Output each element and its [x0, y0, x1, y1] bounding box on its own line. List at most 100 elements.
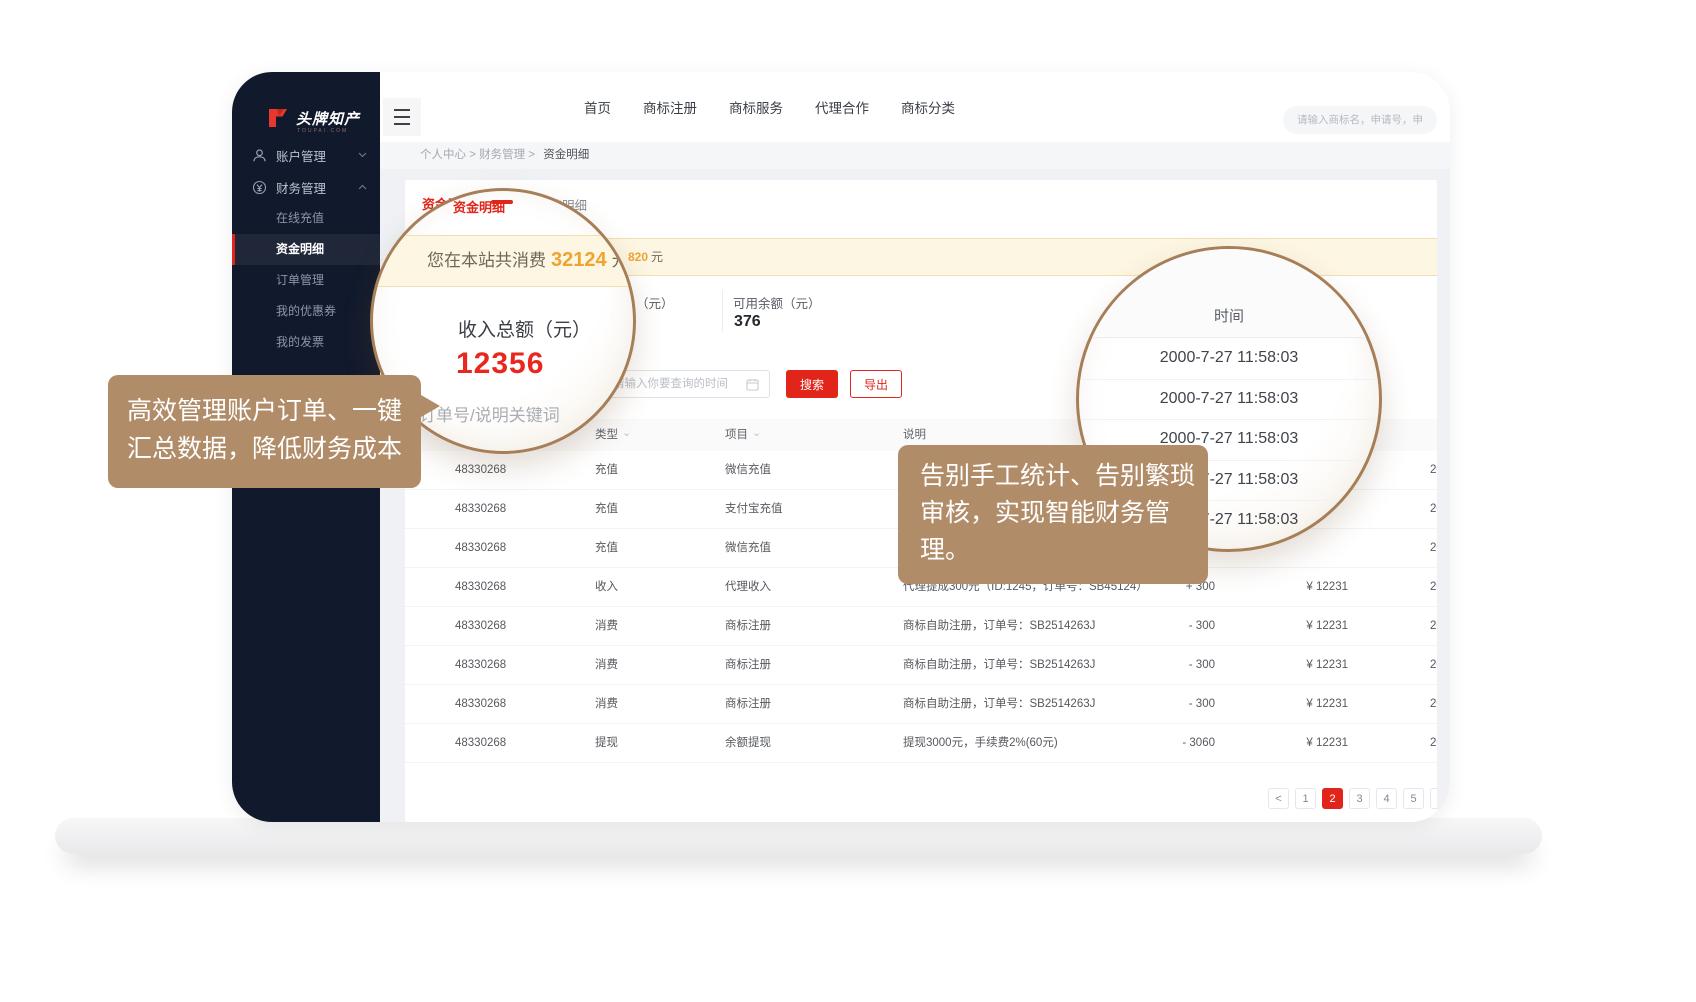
nav-item-agency[interactable]: 代理合作 [799, 97, 885, 117]
cell-type: 充值 [595, 490, 618, 528]
page: 头牌知产 TOUPAI.COM 账户管理 财务管理 [0, 0, 1696, 1002]
cell-type: 消费 [595, 607, 618, 645]
sidebar-item-label: 在线充值 [276, 211, 324, 225]
cell-project: 商标注册 [725, 646, 771, 684]
callout-right: 告别手工统计、告别繁琐 审核，实现智能财务管 理。 [898, 445, 1208, 584]
magnified-notice-bar: 您在本站共消费32124元 [370, 235, 636, 287]
sidebar-item-online-recharge[interactable]: 在线充值 [232, 203, 380, 234]
pagination-page-1[interactable]: 1 [1295, 788, 1316, 809]
magnified-time-column-header: 时间 [1079, 305, 1379, 326]
cell-time: 2000-7-27 11:58:03 [1430, 490, 1437, 528]
pagination-page-4[interactable]: 4 [1376, 788, 1397, 809]
table-row: 48330268 消费 商标注册 商标自助注册，订单号：SB2514263J -… [405, 607, 1437, 646]
pagination-prev-button[interactable]: < [1268, 788, 1289, 809]
cell-project: 余额提现 [725, 724, 771, 762]
cell-type: 充值 [595, 529, 618, 567]
magnified-notice-text: 您在本站共消费32124元 [427, 236, 629, 285]
balance-stat-label: 可用余额（元） [733, 293, 821, 312]
cell-amount: - 300 [1189, 646, 1215, 684]
magnified-red-bar [491, 200, 513, 204]
callout-left: 高效管理账户订单、一键 汇总数据，降低财务成本 [108, 375, 421, 488]
magnified-income-label: 收入总额（元） [458, 315, 591, 342]
callout-left-line2: 汇总数据，降低财务成本 [127, 430, 421, 468]
breadcrumb-path: 个人中心 > 财务管理 > [420, 149, 535, 161]
cell-time: 2000-7-27 11:58:03 [1430, 646, 1437, 684]
cell-amount: - 300 [1189, 685, 1215, 723]
sidebar-item-label: 账户管理 [276, 146, 326, 165]
sidebar-item-coupons[interactable]: 我的优惠券 [232, 296, 380, 327]
cell-time: 2000-7-27 11:58:03 [1430, 529, 1437, 567]
sidebar-item-label: 资金明细 [276, 242, 324, 256]
callout-right-line3: 理。 [920, 532, 1208, 569]
sidebar-item-order-mgmt[interactable]: 订单管理 [232, 265, 380, 296]
magnified-time-cell: 2000-7-27 11:58:03 [1079, 379, 1379, 421]
search-button[interactable]: 搜索 [786, 370, 838, 398]
expense-stat-label: （元） [636, 293, 674, 312]
cell-project: 商标注册 [725, 685, 771, 723]
export-button[interactable]: 导出 [850, 370, 902, 398]
stat-divider [722, 290, 723, 332]
table-row: 48330268 消费 商标注册 商标自助注册，订单号：SB2514263J -… [405, 646, 1437, 685]
cell-time: 2000-7-27 11:58:03 [1430, 724, 1437, 762]
sidebar-item-label: 订单管理 [276, 273, 324, 287]
cell-type: 消费 [595, 685, 618, 723]
calendar-icon[interactable] [746, 378, 759, 391]
cell-order: 48330268 [455, 646, 506, 684]
cell-desc: 商标自助注册，订单号：SB2514263J [903, 685, 1095, 723]
sidebar-item-label: 我的优惠券 [276, 304, 336, 318]
pagination-page-2[interactable]: 2 [1322, 788, 1343, 809]
main-nav: 首页 商标注册 商标服务 代理合作 商标分类 [568, 72, 971, 142]
nav-item-trademark-category[interactable]: 商标分类 [885, 97, 971, 117]
user-icon [252, 148, 267, 163]
callout-left-line1: 高效管理账户订单、一键 [127, 392, 421, 430]
sidebar-item-invoice[interactable]: 我的发票 [232, 327, 380, 358]
nav-item-trademark-register[interactable]: 商标注册 [627, 97, 713, 117]
cell-type: 消费 [595, 646, 618, 684]
cell-order: 48330268 [455, 685, 506, 723]
sidebar-item-fund-detail[interactable]: 资金明细 [232, 234, 380, 265]
cell-balance: ¥ 12231 [1306, 607, 1348, 645]
nav-item-trademark-service[interactable]: 商标服务 [713, 97, 799, 117]
cell-project: 代理收入 [725, 568, 771, 606]
cell-time: 2000-7-27 11:58:03 [1430, 451, 1437, 489]
cell-type: 收入 [595, 568, 618, 606]
cell-time: 2000-7-27 11:58:03 [1430, 568, 1437, 606]
cell-desc: 商标自助注册，订单号：SB2514263J [903, 607, 1095, 645]
magnified-time-cell: 2000-7-27 11:58:03 [1079, 338, 1379, 380]
balance-stat-value: 376 [734, 313, 761, 331]
cell-type: 提现 [595, 724, 618, 762]
cell-desc: 商标自助注册，订单号：SB2514263J [903, 646, 1095, 684]
brand-title: 头牌知产 [296, 108, 360, 129]
callout-right-line2: 审核，实现智能财务管 [920, 495, 1208, 532]
table-row: 48330268 消费 商标注册 商标自助注册，订单号：SB2514263J -… [405, 685, 1437, 724]
col-header-project[interactable]: 项目 [725, 419, 761, 451]
cell-project: 微信充值 [725, 451, 771, 489]
pagination-page-3[interactable]: 3 [1349, 788, 1370, 809]
pagination-page-5[interactable]: 5 [1403, 788, 1424, 809]
pagination-next-button[interactable]: > [1430, 788, 1437, 809]
cell-balance: ¥ 12231 [1306, 724, 1348, 762]
sidebar-item-label: 财务管理 [276, 178, 326, 197]
cell-order: 48330268 [455, 451, 506, 489]
brand-logo[interactable]: 头牌知产 TOUPAI.COM [266, 106, 376, 140]
nav-item-home[interactable]: 首页 [568, 97, 627, 117]
menu-toggle-button[interactable] [383, 98, 421, 136]
active-indicator-bar [232, 234, 235, 265]
cell-order: 48330268 [455, 607, 506, 645]
cell-order: 48330268 [455, 568, 506, 606]
trademark-search-input[interactable] [1283, 106, 1437, 134]
breadcrumb: 个人中心 > 财务管理 > 资金明细 [380, 142, 1450, 169]
sidebar-item-finance[interactable]: 财务管理 [232, 172, 380, 202]
cell-balance: ¥ 12231 [1306, 685, 1348, 723]
pagination: < 1 2 3 4 5 > [1268, 788, 1437, 809]
chevron-down-icon [358, 152, 367, 158]
cell-amount: - 3060 [1182, 724, 1215, 762]
time-query-input[interactable] [600, 370, 770, 398]
sidebar-item-account[interactable]: 账户管理 [232, 140, 380, 170]
cell-amount: - 300 [1189, 607, 1215, 645]
brand-subtitle: TOUPAI.COM [297, 128, 348, 134]
cell-type: 充值 [595, 451, 618, 489]
laptop-base [55, 818, 1542, 854]
col-header-type[interactable]: 类型 [595, 419, 631, 451]
cell-order: 48330268 [455, 724, 506, 762]
